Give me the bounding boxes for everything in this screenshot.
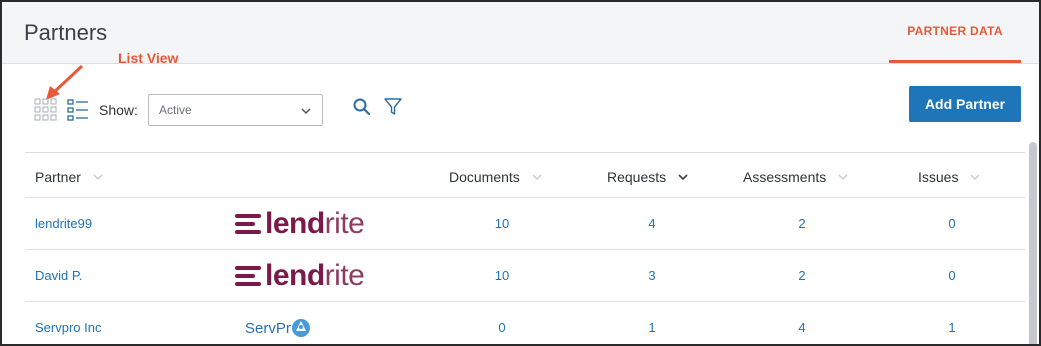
issues-count[interactable]: 1 <box>932 320 972 335</box>
sort-chevron-icon <box>93 174 103 180</box>
lendrite-logo: lendrite <box>235 204 365 244</box>
annotation-label: List View <box>118 50 179 66</box>
requests-count[interactable]: 4 <box>632 216 672 231</box>
column-header-label: Issues <box>918 169 959 185</box>
requests-count[interactable]: 3 <box>632 268 672 283</box>
page-title: Partners <box>24 20 108 45</box>
column-header-requests[interactable]: Requests <box>607 169 688 185</box>
assessments-count[interactable]: 4 <box>782 320 822 335</box>
servpro-logo: ServPr <box>235 308 311 344</box>
app-frame: Partners PARTNER DATA List View Show: Ac… <box>0 0 1041 346</box>
chevron-down-icon <box>301 108 311 115</box>
servpro-logo-text: ServPr <box>245 319 291 337</box>
column-header-label: Assessments <box>743 169 827 185</box>
tab-partner-data[interactable]: PARTNER DATA <box>889 2 1021 63</box>
column-header-label: Partner <box>35 169 81 185</box>
table-row[interactable]: lendrite99 lendrite 10 4 2 0 <box>25 198 1025 250</box>
issues-count[interactable]: 0 <box>932 268 972 283</box>
column-header-issues[interactable]: Issues <box>918 169 980 185</box>
assessments-count[interactable]: 2 <box>782 268 822 283</box>
documents-count[interactable]: 10 <box>482 268 522 283</box>
status-filter-value: Active <box>159 103 192 117</box>
column-header-partner[interactable]: Partner <box>35 169 103 185</box>
issues-count[interactable]: 0 <box>932 216 972 231</box>
lendrite-logo-text: lendrite <box>265 259 365 292</box>
tab-partner-data-label: PARTNER DATA <box>907 24 1003 38</box>
partner-name-link[interactable]: David P. <box>35 268 82 283</box>
requests-count[interactable]: 1 <box>632 320 672 335</box>
lendrite-logo: lendrite <box>235 256 365 296</box>
vertical-scrollbar[interactable] <box>1029 142 1037 344</box>
sort-chevron-active-icon <box>678 174 688 181</box>
list-view-icon[interactable] <box>66 98 90 122</box>
table-header: Partner Documents Requests Assessments I… <box>25 152 1025 198</box>
column-header-assessments[interactable]: Assessments <box>743 169 848 185</box>
lendrite-logo-text: lendrite <box>265 207 365 240</box>
sort-chevron-icon <box>838 174 848 180</box>
lendrite-logo-mark <box>235 263 265 289</box>
table-row[interactable]: Servpro Inc ServPr 0 1 4 1 <box>25 302 1025 344</box>
column-header-label: Documents <box>449 169 520 185</box>
partner-name-link[interactable]: Servpro Inc <box>35 320 101 335</box>
table-row[interactable]: David P. lendrite 10 3 2 0 <box>25 250 1025 302</box>
documents-count[interactable]: 10 <box>482 216 522 231</box>
column-header-documents[interactable]: Documents <box>449 169 542 185</box>
column-header-label: Requests <box>607 169 667 185</box>
sort-chevron-icon <box>971 174 980 180</box>
status-filter-select[interactable]: Active <box>148 94 323 126</box>
add-partner-button[interactable]: Add Partner <box>909 86 1021 122</box>
documents-count[interactable]: 0 <box>482 320 522 335</box>
lendrite-logo-mark <box>235 211 265 237</box>
sort-chevron-icon <box>532 174 542 180</box>
partner-name-link[interactable]: lendrite99 <box>35 216 92 231</box>
filter-icon[interactable] <box>383 97 403 117</box>
search-icon[interactable] <box>352 97 372 117</box>
assessments-count[interactable]: 2 <box>782 216 822 231</box>
grid-view-icon[interactable] <box>34 98 58 122</box>
servpro-logo-mark-icon <box>291 319 310 337</box>
show-label: Show: <box>99 102 138 118</box>
